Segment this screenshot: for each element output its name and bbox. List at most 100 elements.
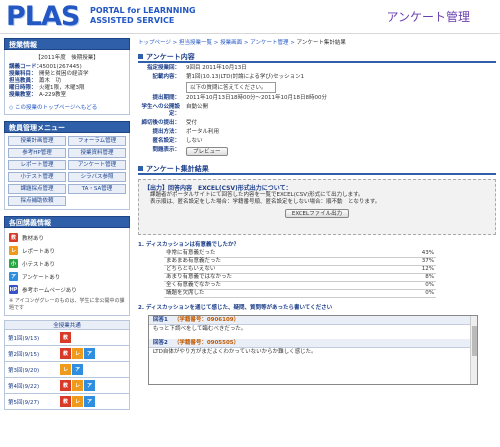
back-to-course-link[interactable]: ◇ この授業のトップページへもどる: [9, 103, 125, 111]
week-row[interactable]: 第3回(9/20) レア: [4, 362, 130, 378]
week-label[interactable]: 第4回(9/22): [8, 382, 60, 390]
week-row[interactable]: 第1回(9/13) 教: [4, 330, 130, 346]
course-info-key: 曜日時限：: [9, 85, 37, 91]
survey-info-value: 自動公開: [186, 104, 209, 110]
week-icon[interactable]: レ: [72, 396, 83, 407]
q1-percent: 0%: [396, 281, 436, 290]
menu-item[interactable]: フォーラム管理: [68, 136, 126, 146]
answer-scrollbar[interactable]: [470, 316, 477, 384]
week-row[interactable]: 第2回(9/15) 教レア: [4, 346, 130, 362]
week-row[interactable]: 第4回(9/22) 教レア: [4, 378, 130, 394]
excel-export-button[interactable]: EXCELファイル出力: [284, 209, 350, 218]
week-icon[interactable]: 教: [60, 380, 71, 391]
week-icon[interactable]: 教: [60, 396, 71, 407]
course-info-key: 授業科目：: [9, 71, 37, 77]
week-icon[interactable]: ア: [84, 348, 95, 359]
breadcrumb-link[interactable]: 授業画面: [220, 40, 242, 46]
q1-option-label: どちらともいえない: [164, 265, 396, 274]
course-panel-title: 授業情報: [4, 38, 130, 50]
q1-percent: 0%: [396, 289, 436, 298]
menu-item[interactable]: シラバス参照: [68, 172, 126, 182]
menu-item[interactable]: 授業資料管理: [68, 148, 126, 158]
menu-item[interactable]: アンケート管理: [68, 160, 126, 170]
result-section-title-text: アンケート集計結果: [146, 165, 209, 173]
menu-item[interactable]: TA・SA管理: [68, 184, 126, 194]
breadcrumb-link[interactable]: トップページ: [138, 40, 171, 46]
week-icon[interactable]: ア: [84, 380, 95, 391]
answer-text: LTD自体がやり方がまだよくわかっていないからか難しく感じた。: [153, 349, 317, 355]
week-icon[interactable]: レ: [72, 348, 83, 359]
menu-item[interactable]: 課題採点管理: [8, 184, 66, 194]
plas-logo[interactable]: PLAS: [6, 2, 80, 32]
menu-panel-title: 教員管理メニュー: [4, 121, 130, 133]
page-title: アンケート管理: [386, 10, 470, 24]
menu-item[interactable]: 小テスト管理: [8, 172, 66, 182]
q1-row: 全く有意義でなかった 0%: [164, 281, 436, 290]
preview-row: 問題表示： プレビュー: [138, 147, 496, 156]
week-label[interactable]: 第1回(9/13): [8, 334, 60, 342]
course-info-value: 蕭木 功: [39, 78, 62, 84]
answer-number: 回答1: [153, 317, 168, 323]
main-content: トップページ > 担当授業一覧 > 授業画面 > アンケート管理 > アンケート…: [138, 38, 496, 447]
output-text-2: 表示順は、匿名設定をした場合：学籍番号順、匿名設定をしない場合：順不動 となりま…: [150, 199, 381, 205]
legend-row: レレポートあり: [9, 244, 125, 257]
legend-row: アアンケートあり: [9, 270, 125, 283]
survey-info-value: 受付: [186, 120, 198, 126]
weeks-title: 全授業共通: [4, 320, 130, 330]
legend-panel: 教教材ありレレポートあり小小テストありアアンケートあり HP 参考ホームページあり …: [4, 228, 130, 316]
output-title: 【出力】回答内容 EXCEL(CSV)形式出力について：: [144, 185, 292, 192]
menu-item[interactable]: 参考HP管理: [8, 148, 66, 158]
survey-info-value: ポータル利用: [186, 129, 220, 135]
week-icon[interactable]: レ: [72, 380, 83, 391]
legend-icon: レ: [9, 246, 18, 255]
survey-info-row: 指定授業回： 9回目 2011年10月13日: [138, 65, 496, 72]
course-panel: 【2011年度 後期授業】 講義コード：45001(267445) 授業科目： 開発…: [4, 50, 130, 115]
excel-button-wrap: EXCELファイル出力: [144, 209, 490, 218]
course-info-key: 担当教員：: [9, 78, 37, 84]
legend-row: 教教材あり: [9, 231, 125, 244]
scrollbar-thumb[interactable]: [472, 326, 477, 356]
legend-icon: HP: [9, 285, 18, 294]
survey-info-key: 記載内容：: [152, 74, 180, 80]
menu-item[interactable]: レポート管理: [8, 160, 66, 170]
course-info-row: 講義コード：45001(267445): [9, 64, 125, 71]
result-section-title: アンケート集計結果: [138, 164, 496, 175]
survey-section-title: アンケート内容: [138, 52, 496, 63]
survey-info-value: 9回目 2011年10月13日: [186, 65, 247, 71]
header: PLAS PORTAL for LEARNNING ASSISTED SERVI…: [0, 0, 500, 34]
preview-button[interactable]: プレビュー: [186, 147, 228, 156]
week-icon[interactable]: ア: [72, 364, 83, 375]
q1-percent: 8%: [396, 273, 436, 282]
legend-row: 小小テストあり: [9, 257, 125, 270]
answer-header: 回答2 （学籍番号：0905505）: [149, 339, 477, 348]
week-list: 第1回(9/13) 教第2回(9/15) 教レア第3回(9/20) レア第4回(9/2…: [4, 330, 130, 410]
legend-label: 小テストあり: [22, 261, 56, 268]
q1-title: 1. ディスカッションは有意義でしたか？: [138, 242, 239, 248]
week-row[interactable]: 第5回(9/27) 教レア: [4, 394, 130, 410]
legend-icon: 小: [9, 259, 18, 268]
answer-number: 回答2: [153, 340, 168, 346]
week-label[interactable]: 第5回(9/27): [8, 398, 60, 406]
output-text-1: 課題者がポータルサイトにて回答した内容を一覧でEXCEL(CSV)形式にて出力し…: [150, 192, 364, 198]
week-icon[interactable]: 教: [60, 332, 71, 343]
legend-row: HP 参考ホームページあり: [9, 283, 125, 296]
breadcrumb-link[interactable]: アンケート管理: [250, 40, 288, 46]
preview-label: 問題表示：: [152, 147, 180, 153]
survey-info-row: 提出方法： ポータル利用: [138, 129, 496, 136]
answer-text: もっと下調べをして臨むべきだった。: [153, 326, 247, 332]
course-info-value: 火曜1限，木曜3限: [39, 85, 85, 91]
week-icon[interactable]: 教: [60, 348, 71, 359]
week-icon[interactable]: レ: [60, 364, 71, 375]
course-info-row: 授業教室： A-229教室: [9, 92, 125, 99]
week-label[interactable]: 第3回(9/20): [8, 366, 60, 374]
week-label[interactable]: 第2回(9/15): [8, 350, 60, 358]
menu-item[interactable]: 授業計画管理: [8, 136, 66, 146]
menu-item[interactable]: 採点補助依頼: [8, 196, 66, 206]
week-icon[interactable]: ア: [84, 396, 95, 407]
breadcrumb-link[interactable]: 担当授業一覧: [179, 40, 212, 46]
breadcrumb-separator: >: [170, 40, 179, 46]
answer-student-id: （学籍番号：0905505）: [173, 340, 240, 346]
course-info-value: A-229教室: [39, 92, 67, 98]
q2-title: 2. ディスカッションを通じて感じた、疑問、質問等があったら書いてください: [138, 305, 333, 311]
legend-note: ※ アイコンがグレーのものは、学生に非公開中の課題です: [9, 298, 125, 311]
